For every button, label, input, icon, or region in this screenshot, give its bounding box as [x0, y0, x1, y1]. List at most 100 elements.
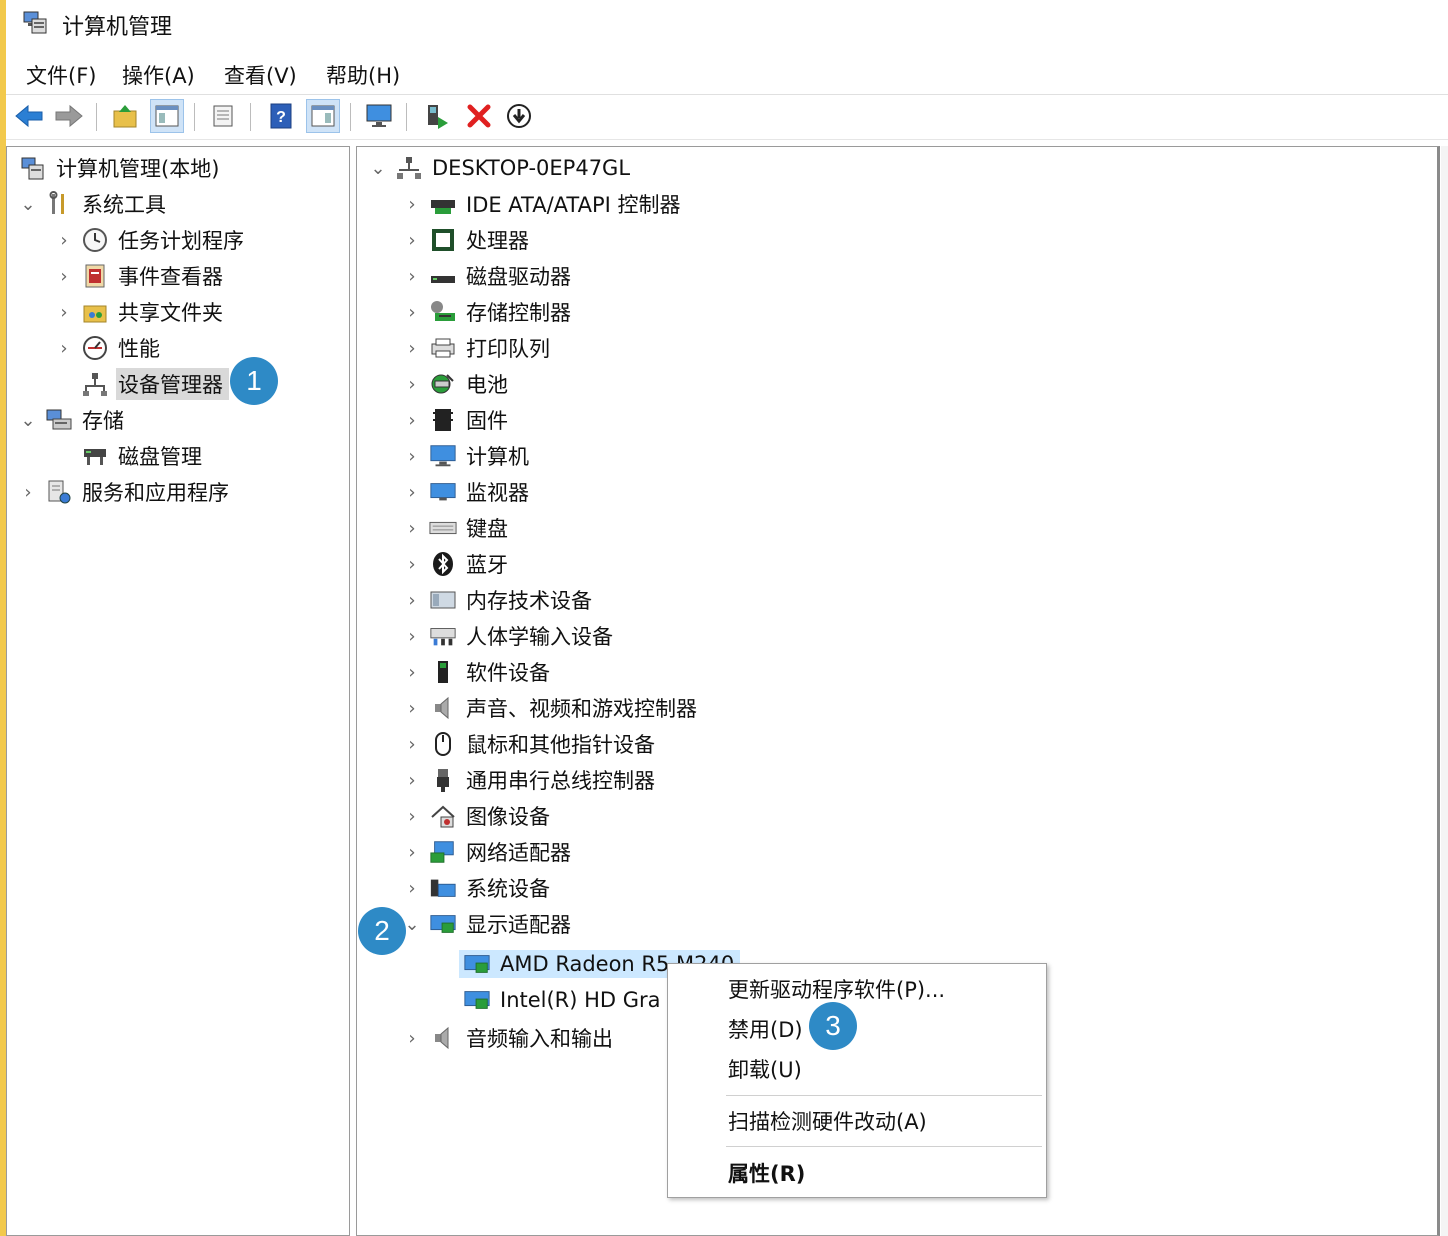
chevron-right-icon[interactable]: ›	[401, 697, 423, 719]
tree-label: 系统工具	[82, 193, 166, 217]
keyboard-icon	[429, 514, 457, 542]
chevron-right-icon[interactable]: ›	[401, 229, 423, 251]
device-category[interactable]: › 处理器	[401, 223, 531, 257]
category-label: 网络适配器	[466, 841, 571, 865]
device-category[interactable]: › 网络适配器	[401, 835, 573, 869]
menu-file[interactable]: 文件(F)	[22, 58, 100, 92]
device-tree-root[interactable]: ⌄ DESKTOP-0EP47GL	[367, 151, 632, 185]
device-category[interactable]: › 软件设备	[401, 655, 552, 689]
device-intel-hd[interactable]: Intel(R) HD Gra	[459, 983, 663, 1017]
device-category[interactable]: › 声音、视频和游戏控制器	[401, 691, 699, 725]
device-category[interactable]: › 监视器	[401, 475, 531, 509]
chevron-down-icon[interactable]: ⌄	[17, 409, 39, 431]
chevron-down-icon[interactable]: ⌄	[367, 157, 389, 179]
chevron-right-icon[interactable]: ›	[401, 805, 423, 827]
menu-disable[interactable]: 禁用(D)	[728, 1014, 803, 1044]
device-category[interactable]: › 通用串行总线控制器	[401, 763, 657, 797]
chevron-right-icon[interactable]: ›	[401, 265, 423, 287]
tree-system-tools[interactable]: ⌄ 系统工具	[17, 187, 168, 221]
shared-folder-icon	[81, 298, 109, 326]
device-category[interactable]: › 固件	[401, 403, 510, 437]
chevron-right-icon[interactable]: ›	[401, 373, 423, 395]
menu-view[interactable]: 查看(V)	[220, 58, 301, 92]
device-category[interactable]: › 磁盘驱动器	[401, 259, 573, 293]
chevron-right-icon[interactable]: ›	[401, 769, 423, 791]
menu-properties[interactable]: 属性(R)	[728, 1158, 805, 1188]
tree-services-apps[interactable]: › 服务和应用程序	[17, 475, 231, 509]
tree-task-scheduler[interactable]: › 任务计划程序	[53, 223, 246, 257]
menu-update-driver[interactable]: 更新驱动程序软件(P)...	[728, 974, 945, 1004]
chevron-right-icon[interactable]: ›	[53, 229, 75, 251]
device-category[interactable]: › 图像设备	[401, 799, 552, 833]
tree-performance[interactable]: › 性能	[53, 331, 162, 365]
menu-uninstall[interactable]: 卸载(U)	[728, 1054, 802, 1084]
tree-disk-management[interactable]: 磁盘管理	[75, 439, 204, 473]
chevron-right-icon[interactable]: ›	[401, 733, 423, 755]
device-category[interactable]: › 电池	[401, 367, 510, 401]
battery-icon	[429, 370, 457, 398]
properties-sheet-icon[interactable]	[206, 99, 240, 133]
device-category-display-adapters[interactable]: ⌄ 显示适配器	[401, 907, 573, 941]
display-adapter-icon	[463, 950, 491, 978]
chevron-right-icon[interactable]: ›	[401, 1027, 423, 1049]
device-category[interactable]: › 系统设备	[401, 871, 552, 905]
device-tree-root-label: DESKTOP-0EP47GL	[432, 156, 631, 180]
chevron-right-icon[interactable]: ›	[401, 409, 423, 431]
help-icon[interactable]: ?	[264, 99, 298, 133]
device-category[interactable]: › 打印队列	[401, 331, 552, 365]
category-label: 鼠标和其他指针设备	[466, 733, 655, 757]
up-folder-icon[interactable]	[108, 99, 142, 133]
monitor-icon	[429, 478, 457, 506]
menu-scan-hardware[interactable]: 扫描检测硬件改动(A)	[728, 1106, 927, 1136]
forward-arrow-icon[interactable]	[52, 99, 86, 133]
tools-icon	[45, 190, 73, 218]
device-category[interactable]: › 存储控制器	[401, 295, 573, 329]
chevron-right-icon[interactable]: ›	[53, 301, 75, 323]
chevron-right-icon[interactable]: ›	[401, 337, 423, 359]
title-bar: 计算机管理	[6, 0, 1448, 46]
tree-label: 磁盘管理	[118, 445, 202, 469]
tree-event-viewer[interactable]: › 事件查看器	[53, 259, 225, 293]
device-category[interactable]: › 鼠标和其他指针设备	[401, 727, 657, 761]
ide-controller-icon	[429, 190, 457, 218]
tree-shared-folders[interactable]: › 共享文件夹	[53, 295, 225, 329]
uninstall-x-icon[interactable]	[462, 99, 496, 133]
chevron-right-icon[interactable]: ›	[401, 445, 423, 467]
tree-storage[interactable]: ⌄ 存储	[17, 403, 126, 437]
chevron-right-icon[interactable]: ›	[401, 661, 423, 683]
update-driver-icon[interactable]	[420, 99, 454, 133]
chevron-right-icon[interactable]: ›	[401, 589, 423, 611]
tree-root[interactable]: 计算机管理(本地)	[13, 151, 221, 185]
device-category[interactable]: › 计算机	[401, 439, 531, 473]
device-category[interactable]: › 音频输入和输出	[401, 1021, 615, 1055]
chevron-right-icon[interactable]: ›	[401, 625, 423, 647]
category-label: 键盘	[466, 517, 508, 541]
chevron-right-icon[interactable]: ›	[401, 553, 423, 575]
back-arrow-icon[interactable]	[12, 99, 46, 133]
show-hide-tree-icon[interactable]	[150, 99, 184, 133]
device-category[interactable]: › 人体学输入设备	[401, 619, 615, 653]
device-category[interactable]: › 键盘	[401, 511, 510, 545]
monitor-device-icon[interactable]	[362, 99, 396, 133]
chevron-right-icon[interactable]: ›	[401, 481, 423, 503]
chevron-right-icon[interactable]: ›	[53, 265, 75, 287]
window-title: 计算机管理	[62, 15, 173, 40]
chevron-right-icon[interactable]: ›	[401, 193, 423, 215]
device-category[interactable]: › 内存技术设备	[401, 583, 594, 617]
action-pane-icon[interactable]	[306, 99, 340, 133]
chevron-right-icon[interactable]: ›	[401, 877, 423, 899]
hid-icon	[429, 622, 457, 650]
chevron-right-icon[interactable]: ›	[401, 301, 423, 323]
device-category[interactable]: › IDE ATA/ATAPI 控制器	[401, 187, 683, 221]
disable-device-icon[interactable]	[502, 99, 536, 133]
chevron-right-icon[interactable]: ›	[53, 337, 75, 359]
menu-action[interactable]: 操作(A)	[118, 58, 199, 92]
menu-help[interactable]: 帮助(H)	[322, 58, 404, 92]
software-device-icon	[429, 658, 457, 686]
chevron-right-icon[interactable]: ›	[17, 481, 39, 503]
tree-device-manager[interactable]: 设备管理器	[75, 367, 229, 401]
chevron-down-icon[interactable]: ⌄	[17, 193, 39, 215]
chevron-right-icon[interactable]: ›	[401, 517, 423, 539]
chevron-right-icon[interactable]: ›	[401, 841, 423, 863]
device-category[interactable]: › 蓝牙	[401, 547, 510, 581]
